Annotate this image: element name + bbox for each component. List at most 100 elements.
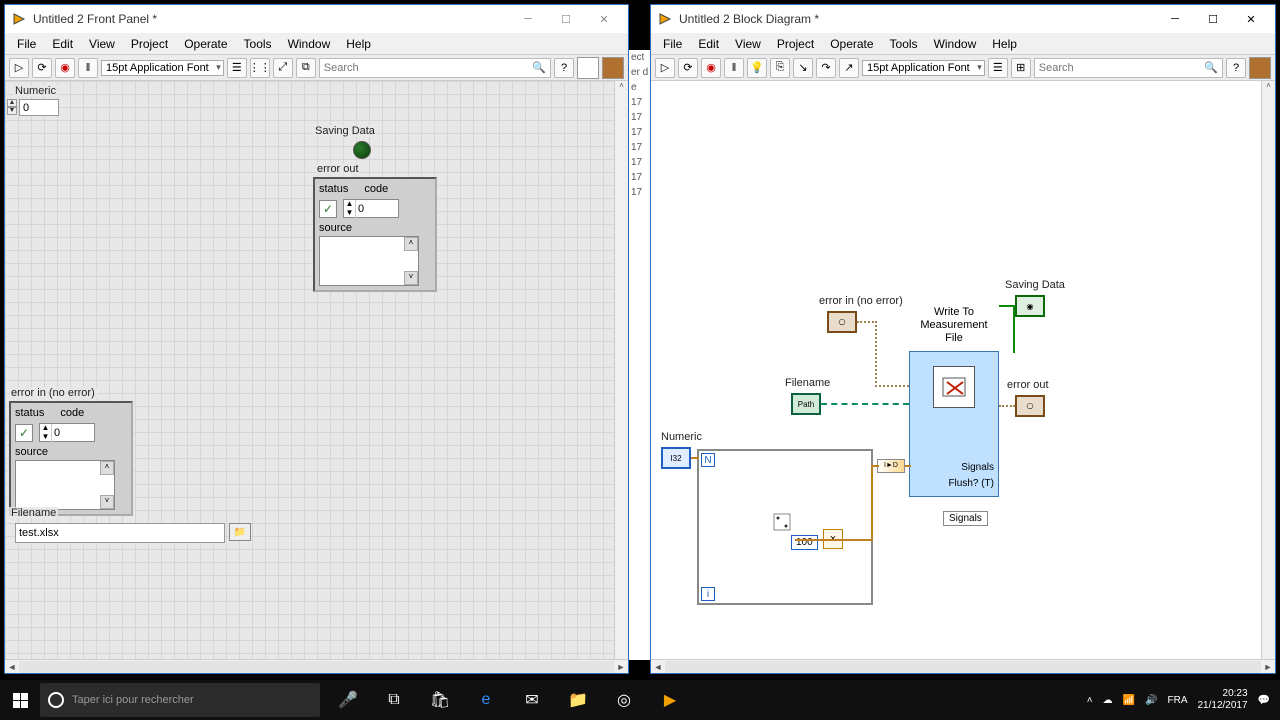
scroll-down-icon[interactable]: ˅ [404,271,418,285]
numeric-stepper[interactable]: ▲▼ [7,99,17,115]
taskview-icon[interactable]: ⧉ [374,680,414,720]
scroll-up-icon[interactable]: ˄ [100,461,114,475]
pause-button[interactable]: ‖ [78,58,98,78]
store-icon[interactable]: 🛍 [420,680,460,720]
maximize-button[interactable]: ☐ [1195,8,1231,30]
fp-titlebar[interactable]: Untitled 2 Front Panel * ─ ☐ ✕ [5,5,628,33]
network-icon[interactable]: 📶 [1123,695,1135,706]
loop-n-terminal[interactable]: N [701,453,715,467]
menu-project[interactable]: Project [769,35,822,53]
menu-operate[interactable]: Operate [176,35,235,53]
bd-canvas[interactable]: error in (no error) ⎔ Filename Path Nume… [651,81,1275,659]
menu-operate[interactable]: Operate [822,35,881,53]
cleanup-button[interactable]: ⊞ [1011,58,1031,78]
menu-tools[interactable]: Tools [236,35,280,53]
onedrive-icon[interactable]: ☁ [1103,695,1113,706]
maximize-button[interactable]: ☐ [548,8,584,30]
minimize-button[interactable]: ─ [510,8,546,30]
step-over-button[interactable]: ↷ [816,58,836,78]
mail-icon[interactable]: ✉ [512,680,552,720]
menu-help[interactable]: Help [984,35,1025,53]
close-button[interactable]: ✕ [1233,8,1269,30]
menu-tools[interactable]: Tools [882,35,926,53]
vi-icon[interactable] [1249,57,1271,79]
write-measurement-file-vi[interactable]: Write To Measurement File Signals Flush?… [909,351,999,497]
scroll-left-icon[interactable]: ◄ [651,660,665,674]
menu-window[interactable]: Window [280,35,339,53]
run-button[interactable]: ▷ [655,58,675,78]
help-button[interactable]: ? [1226,58,1246,78]
labview-taskbar-icon[interactable]: ▶ [650,680,690,720]
language-indicator[interactable]: FRA [1167,695,1187,706]
menu-file[interactable]: File [655,35,690,53]
highlight-button[interactable]: 💡 [747,58,767,78]
start-button[interactable] [0,680,40,720]
error-out-terminal[interactable]: ⎔ [1015,395,1045,417]
step-out-button[interactable]: ↗ [839,58,859,78]
code-input-2[interactable] [52,427,92,439]
resize-button[interactable]: ⤢ [273,58,293,78]
taskbar-search[interactable]: Taper ici pour rechercher [40,683,320,717]
menu-help[interactable]: Help [338,35,379,53]
align-button[interactable]: ☰ [227,58,247,78]
status-check-2[interactable]: ✓ [15,424,33,442]
scroll-down-icon[interactable]: ˅ [100,495,114,509]
retain-button[interactable]: ⎘ [770,58,790,78]
bd-titlebar[interactable]: Untitled 2 Block Diagram * ─ ☐ ✕ [651,5,1275,33]
explorer-icon[interactable]: 📁 [558,680,598,720]
menu-edit[interactable]: Edit [690,35,727,53]
edge-icon[interactable]: e [466,680,506,720]
font-selector[interactable]: 15pt Application Font [862,60,985,76]
vscrollbar[interactable]: ˄ [1261,81,1275,659]
scroll-right-icon[interactable]: ► [1261,660,1275,674]
source-box[interactable]: ˄ ˅ [319,236,419,286]
saving-data-terminal[interactable]: ◉ [1015,295,1045,317]
taskbar-clock[interactable]: 20:23 21/12/2017 [1197,688,1247,712]
scroll-left-icon[interactable]: ◄ [5,660,19,674]
fp-canvas[interactable]: Numeric ▲▼ Saving Data error out status … [5,81,628,659]
cortana-mic-icon[interactable]: 🎤 [328,680,368,720]
scroll-right-icon[interactable]: ► [614,660,628,674]
browse-button[interactable]: 📁 [229,523,251,541]
close-button[interactable]: ✕ [586,8,622,30]
numeric-terminal[interactable]: I32 [661,447,691,469]
run-continuous-button[interactable]: ⟳ [678,58,698,78]
loop-i-terminal[interactable]: i [701,587,715,601]
run-button[interactable]: ▷ [9,58,29,78]
tray-chevron-icon[interactable]: ˄ [1087,695,1093,706]
for-loop[interactable]: N i 100 × [697,449,873,605]
build-array-node[interactable]: I►D [877,459,905,473]
minimize-button[interactable]: ─ [1157,8,1193,30]
step-into-button[interactable]: ↘ [793,58,813,78]
menu-edit[interactable]: Edit [44,35,81,53]
run-continuous-button[interactable]: ⟳ [32,58,52,78]
align-button[interactable]: ☰ [988,58,1008,78]
numeric-input[interactable] [19,99,59,116]
fp-search[interactable]: 🔍 [319,58,551,78]
reorder-button[interactable]: ⧉ [296,58,316,78]
scroll-up-icon[interactable]: ˄ [404,237,418,251]
chrome-icon[interactable]: ◎ [604,680,644,720]
error-in-terminal[interactable]: ⎔ [827,311,857,333]
filename-terminal[interactable]: Path [791,393,821,415]
source-box-2[interactable]: ˄ ˅ [15,460,115,510]
status-check[interactable]: ✓ [319,200,337,218]
abort-button[interactable]: ◉ [701,58,721,78]
menu-view[interactable]: View [81,35,123,53]
code-input[interactable] [356,203,396,215]
menu-project[interactable]: Project [123,35,176,53]
menu-file[interactable]: File [9,35,44,53]
menu-view[interactable]: View [727,35,769,53]
vi-icon[interactable] [577,57,599,79]
connector-icon[interactable] [602,57,624,79]
search-input[interactable] [324,62,533,74]
notifications-icon[interactable]: 💬 [1258,695,1270,706]
constant-100[interactable]: 100 [791,535,818,550]
search-input[interactable] [1039,62,1205,74]
abort-button[interactable]: ◉ [55,58,75,78]
bd-search[interactable]: 🔍 [1034,58,1223,78]
volume-icon[interactable]: 🔊 [1145,695,1157,706]
menu-window[interactable]: Window [926,35,985,53]
filename-input[interactable]: test.xlsx [15,523,225,543]
distribute-button[interactable]: ⋮⋮ [250,58,270,78]
